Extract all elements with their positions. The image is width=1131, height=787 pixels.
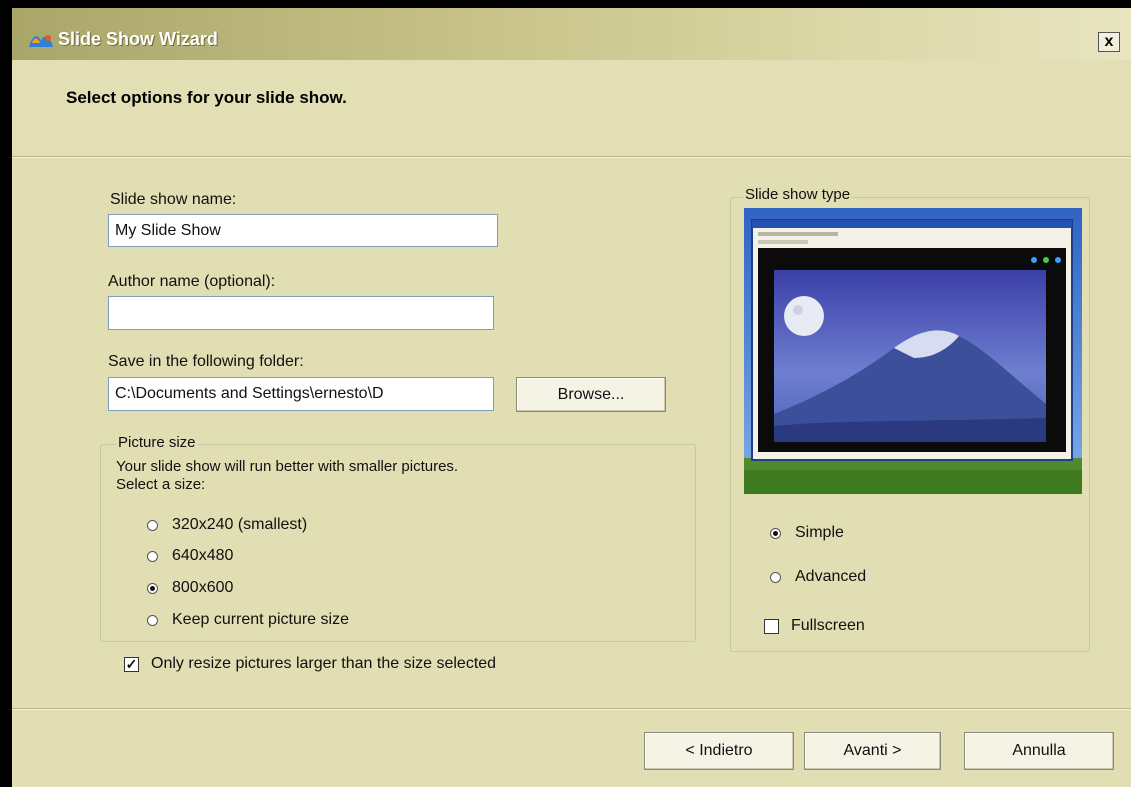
close-button[interactable]: x — [1098, 32, 1120, 52]
size-option-label: 320x240 (smallest) — [172, 516, 308, 533]
checkbox-checked[interactable]: ✓ — [124, 656, 139, 672]
size-option-label: Keep current picture size — [172, 611, 349, 628]
photo-story-icon — [29, 35, 53, 47]
author-name-label: Author name (optional): — [108, 273, 276, 290]
radio-button-selected[interactable] — [770, 527, 781, 539]
radio-button-selected[interactable] — [147, 582, 158, 594]
type-option-label: Simple — [795, 524, 844, 541]
fullscreen-checkbox-row[interactable]: Fullscreen — [764, 617, 865, 635]
slideshow-type-legend: Slide show type — [743, 186, 853, 203]
fullscreen-label: Fullscreen — [791, 617, 865, 634]
type-option-advanced[interactable]: Advanced — [770, 568, 866, 586]
wizard-window: Slide Show Wizard x Select options for y… — [12, 8, 1131, 787]
cancel-button[interactable]: Annulla — [964, 732, 1114, 770]
size-option-640[interactable]: 640x480 — [147, 547, 233, 565]
footer-divider — [12, 708, 1131, 710]
folder-label: Save in the following folder: — [108, 353, 304, 370]
select-size-label: Select a size: — [116, 476, 206, 493]
back-button[interactable]: < Indietro — [644, 732, 794, 770]
radio-button[interactable] — [147, 614, 158, 626]
size-option-320[interactable]: 320x240 (smallest) — [147, 516, 307, 534]
radio-button[interactable] — [770, 571, 781, 583]
size-option-800[interactable]: 800x600 — [147, 579, 233, 597]
next-button[interactable]: Avanti > — [804, 732, 941, 770]
resize-larger-label: Only resize pictures larger than the siz… — [151, 655, 497, 672]
picture-size-hint: Your slide show will run better with sma… — [116, 458, 459, 475]
page-heading: Select options for your slide show. — [66, 88, 347, 107]
preview-illustration — [744, 208, 1082, 494]
header-panel — [12, 60, 1131, 156]
slideshow-name-label: Slide show name: — [110, 191, 237, 208]
slideshow-preview-image — [744, 208, 1082, 494]
slideshow-name-input[interactable] — [108, 214, 498, 247]
radio-button[interactable] — [147, 550, 158, 562]
radio-button[interactable] — [147, 519, 158, 531]
window-title: Slide Show Wizard — [58, 29, 218, 49]
type-option-label: Advanced — [795, 568, 867, 585]
picture-size-legend: Picture size — [116, 434, 198, 451]
size-option-label: 800x600 — [172, 579, 234, 596]
title-bar[interactable]: Slide Show Wizard x — [12, 8, 1131, 60]
browse-button[interactable]: Browse... — [516, 377, 666, 412]
checkbox-unchecked[interactable] — [764, 618, 779, 634]
resize-larger-checkbox-row[interactable]: ✓ Only resize pictures larger than the s… — [124, 655, 496, 673]
size-option-label: 640x480 — [172, 547, 234, 564]
header-divider — [12, 156, 1131, 158]
folder-path-input[interactable] — [108, 377, 494, 411]
type-option-simple[interactable]: Simple — [770, 524, 844, 542]
size-option-keep[interactable]: Keep current picture size — [147, 611, 349, 629]
author-name-input[interactable] — [108, 296, 494, 330]
